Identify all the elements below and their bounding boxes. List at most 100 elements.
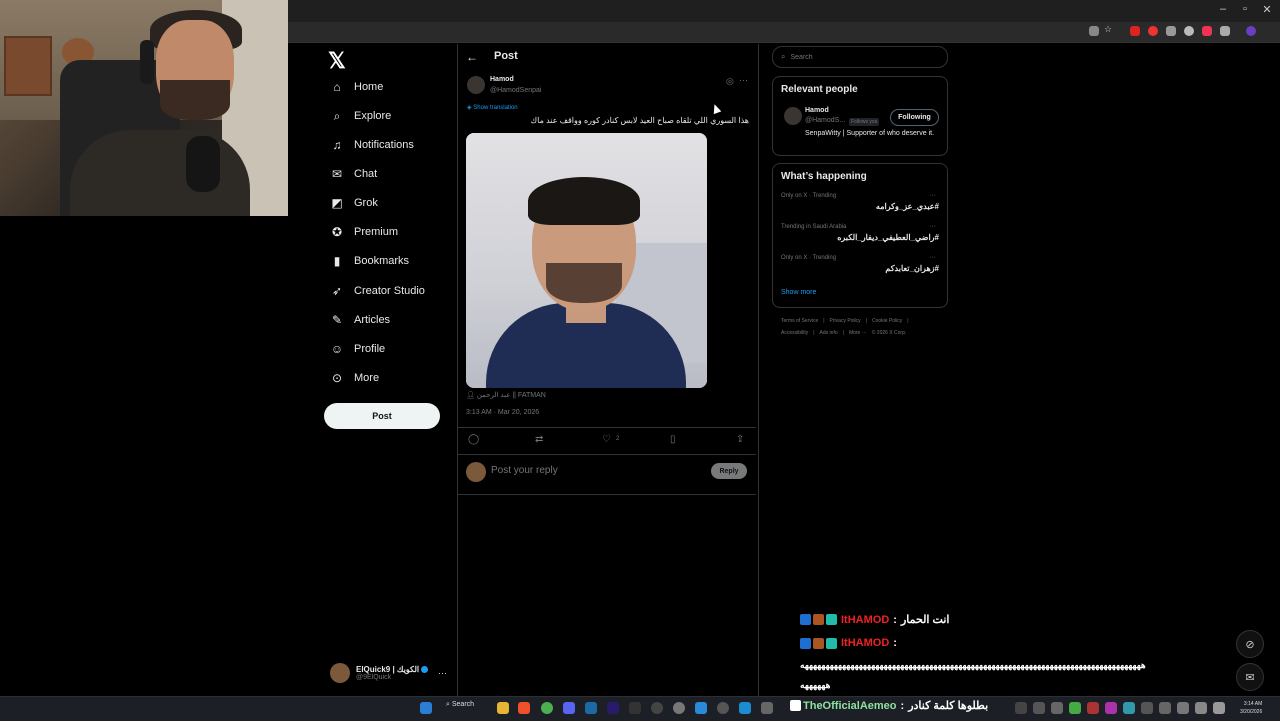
search-bar[interactable]: ⌕	[772, 46, 948, 68]
app-icon[interactable]	[673, 702, 685, 714]
app-icon[interactable]	[717, 702, 729, 714]
grok-icon[interactable]: ⊘	[1236, 630, 1264, 658]
bookmark-icon[interactable]: ▯	[670, 434, 676, 445]
reply-input[interactable]: Post your reply	[491, 465, 558, 476]
reply-icon[interactable]: ◯	[468, 434, 479, 445]
puzzle-icon[interactable]	[1220, 26, 1230, 36]
bookmark-icon: ▮	[333, 254, 341, 268]
divider	[458, 454, 756, 455]
close-icon[interactable]: ✕	[1260, 3, 1274, 16]
nav-item-home[interactable]: ⌂ Home	[330, 76, 383, 98]
file-explorer-icon[interactable]	[497, 702, 509, 714]
footer-link[interactable]: © 2026 X Corp.	[872, 330, 907, 336]
trend-tag[interactable]: #راضي_العطيفي_ديفار_الكبره	[800, 233, 939, 242]
following-button[interactable]: Following	[890, 109, 939, 126]
author-handle[interactable]: @HamodSenpai	[490, 87, 541, 94]
like-icon[interactable]: ♡	[602, 434, 611, 445]
footer-link[interactable]: Privacy Policy	[830, 318, 861, 324]
taskbar-search[interactable]: ⌕ Search	[446, 701, 474, 709]
nav-item-explore[interactable]: ⌕ Explore	[330, 105, 392, 127]
tweet-media[interactable]	[466, 133, 707, 388]
tray-icon[interactable]	[1177, 702, 1189, 714]
back-arrow-icon[interactable]: ←	[466, 50, 478, 64]
footer-link[interactable]: More ···	[849, 330, 867, 336]
app-icon[interactable]	[739, 702, 751, 714]
trend-tag[interactable]: #زهران_تعابدكم	[800, 264, 939, 273]
trend-tag[interactable]: #عبدي_عز_وكرامه	[800, 202, 939, 211]
x-logo[interactable]: 𝕏	[328, 48, 346, 74]
nav-item-premium[interactable]: ✪ Premium	[330, 221, 398, 243]
trend-more-icon[interactable]: ···	[929, 192, 936, 199]
nav-item-more[interactable]: ⊙ More	[330, 367, 379, 389]
vscode-icon[interactable]	[695, 702, 707, 714]
footer-link[interactable]: Cookie Policy	[872, 318, 902, 324]
tray-icon[interactable]	[1141, 702, 1153, 714]
steam-icon[interactable]	[585, 702, 597, 714]
tray-icon[interactable]	[1069, 702, 1081, 714]
obs-icon[interactable]	[629, 702, 641, 714]
share-icon[interactable]: ⇪	[736, 434, 744, 445]
tray-icon[interactable]	[1015, 702, 1027, 714]
avatar[interactable]	[784, 107, 802, 125]
tray-icon[interactable]	[1051, 702, 1063, 714]
extension-icon[interactable]	[1184, 26, 1194, 36]
person-name[interactable]: Hamod	[805, 107, 829, 114]
discord-icon[interactable]	[563, 702, 575, 714]
show-translation-link[interactable]: ◈ Show translation	[467, 104, 518, 111]
nav-item-bookmarks[interactable]: ▮ Bookmarks	[330, 250, 409, 272]
tray-icon[interactable]	[1123, 702, 1135, 714]
chrome-icon[interactable]	[541, 702, 553, 714]
nav-item-creator-studio[interactable]: ➶ Creator Studio	[330, 280, 425, 302]
footer-link[interactable]: Accessibility	[781, 330, 808, 336]
tray-icon[interactable]	[1159, 702, 1171, 714]
cast-icon[interactable]	[1089, 26, 1099, 36]
nav-item-notifications[interactable]: ♫ Notifications	[330, 134, 414, 156]
extension-icon[interactable]	[1130, 26, 1140, 36]
search-input[interactable]	[790, 53, 931, 61]
nav-item-profile[interactable]: ☺ Profile	[330, 338, 385, 360]
footer-link[interactable]: Terms of Service	[781, 318, 818, 324]
nav-item-articles[interactable]: ✎ Articles	[330, 309, 390, 331]
extension-icon[interactable]	[1166, 26, 1176, 36]
minimize-icon[interactable]: –	[1216, 3, 1230, 15]
grok-icon[interactable]: ◎	[726, 76, 734, 87]
mail-icon: ✉	[331, 167, 343, 181]
nav-item-chat[interactable]: ✉ Chat	[330, 163, 377, 185]
tray-icon[interactable]	[1195, 702, 1207, 714]
account-more-icon[interactable]: ···	[438, 668, 447, 678]
extension-icon[interactable]	[1202, 26, 1212, 36]
chat-badge-icon	[826, 614, 837, 625]
windows-start-icon[interactable]	[420, 702, 432, 714]
author-name[interactable]: Hamod	[490, 76, 514, 83]
wifi-icon[interactable]	[1213, 702, 1225, 714]
star-icon[interactable]: ☆	[1104, 24, 1114, 34]
timestamp[interactable]: 3:13 AM · Mar 20, 2026	[466, 409, 539, 416]
premiere-icon[interactable]	[607, 702, 619, 714]
avatar[interactable]	[467, 76, 485, 94]
maximize-icon[interactable]: ▫	[1238, 3, 1252, 15]
system-clock[interactable]: 3:14 AM 3/20/2026	[1240, 700, 1262, 716]
show-more-link[interactable]: Show more	[781, 289, 816, 296]
app-icon[interactable]	[651, 702, 663, 714]
messages-icon[interactable]: ✉	[1236, 663, 1264, 691]
repost-icon[interactable]: ⇄	[535, 434, 543, 445]
extension-icon[interactable]	[1148, 26, 1158, 36]
person-handle[interactable]: @HamodS...	[805, 117, 845, 124]
more-icon[interactable]: ···	[739, 75, 748, 85]
app-icon[interactable]	[761, 702, 773, 714]
profile-avatar-icon[interactable]	[1246, 26, 1256, 36]
home-icon: ⌂	[333, 80, 341, 94]
nav-item-grok[interactable]: ◩ Grok	[330, 192, 378, 214]
account-switcher[interactable]: ElQuick9 | الكويك @9ElQuick	[330, 661, 450, 685]
tray-icon[interactable]	[1033, 702, 1045, 714]
like-count: 2	[616, 436, 620, 442]
tray-icon[interactable]	[1105, 702, 1117, 714]
reply-button[interactable]: Reply	[711, 463, 747, 479]
trend-more-icon[interactable]: ···	[929, 254, 936, 261]
trend-more-icon[interactable]: ···	[929, 223, 936, 230]
post-button[interactable]: Post	[324, 403, 440, 429]
footer-link[interactable]: Ads info	[820, 330, 838, 336]
media-credit[interactable]: 👤︎ عبد الرحمن || FATMAN	[466, 391, 546, 399]
tray-icon[interactable]	[1087, 702, 1099, 714]
brave-icon[interactable]	[518, 702, 530, 714]
